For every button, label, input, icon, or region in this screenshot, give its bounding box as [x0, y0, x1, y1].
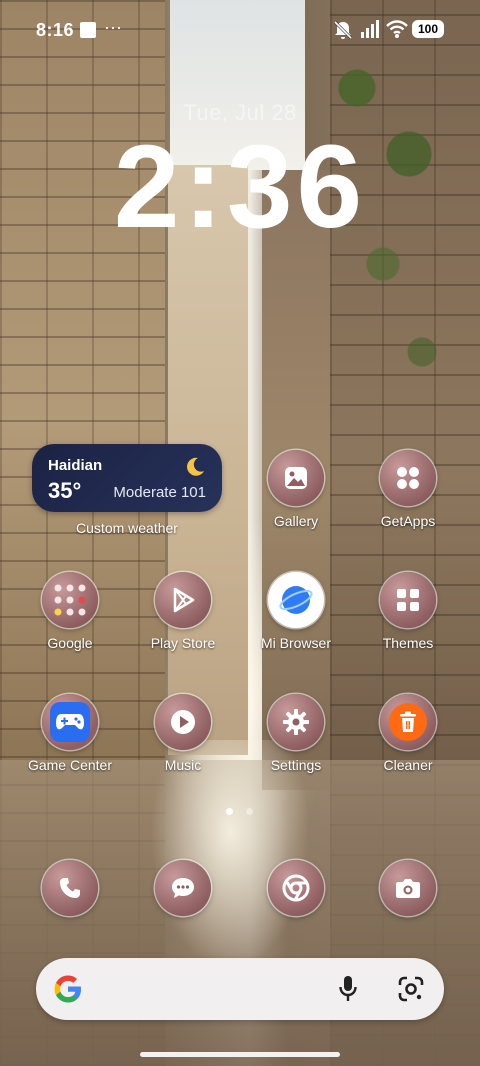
status-bar: 8:16 ··· 100 [0, 0, 480, 60]
dock-chrome[interactable] [266, 860, 326, 916]
dock-messages[interactable] [153, 860, 213, 916]
google-lens-icon[interactable] [398, 976, 424, 1002]
wifi-icon [386, 20, 408, 38]
app-label: Google [47, 635, 93, 651]
notification-icon [80, 22, 96, 38]
google-search-bar[interactable] [36, 958, 444, 1020]
moon-icon [187, 457, 204, 476]
signal-icon [361, 20, 379, 38]
app-label: Themes [382, 635, 434, 651]
app-getapps[interactable]: GetApps [360, 450, 456, 529]
page-indicator [246, 808, 253, 815]
app-label: Mi Browser [260, 635, 331, 651]
dock-camera[interactable] [378, 860, 438, 916]
status-time: 8:16 [36, 20, 75, 40]
app-music[interactable]: Music [135, 694, 231, 773]
app-game-center[interactable]: Game Center [22, 694, 118, 773]
dock-phone[interactable] [40, 860, 100, 916]
app-play-store[interactable]: Play Store [135, 572, 231, 651]
getapps-icon [380, 450, 436, 506]
themes-icon [380, 572, 436, 628]
battery-indicator: 100 [412, 20, 444, 38]
microphone-icon[interactable] [338, 975, 358, 1003]
mute-icon [333, 20, 353, 40]
weather-city: Haidian [48, 457, 103, 474]
weather-widget[interactable]: Haidian 35° Moderate 101 [32, 444, 222, 512]
app-settings[interactable]: Settings [248, 694, 344, 773]
weather-widget-label: Custom weather [76, 520, 178, 536]
messages-icon [155, 860, 211, 916]
app-themes[interactable]: Themes [360, 572, 456, 651]
lockscreen-clock: 2:36 [113, 121, 367, 253]
google-logo-icon [54, 975, 81, 1003]
app-label: Gallery [273, 513, 319, 529]
app-label: GetApps [380, 513, 436, 529]
weather-air-quality: Moderate 101 [113, 484, 206, 501]
music-icon [155, 694, 211, 750]
weather-temperature: 35° [48, 478, 82, 503]
app-label: Game Center [27, 757, 113, 773]
play-store-icon [155, 572, 211, 628]
app-cleaner[interactable]: Cleaner [360, 694, 456, 773]
game-center-icon [42, 694, 98, 750]
cleaner-icon [380, 694, 436, 750]
chrome-icon [268, 860, 324, 916]
google-folder-icon [42, 572, 98, 628]
app-mi-browser[interactable]: Mi Browser [248, 572, 344, 651]
app-label: Play Store [150, 635, 216, 651]
app-label: Cleaner [383, 757, 433, 773]
mi-browser-icon [268, 572, 324, 628]
camera-icon [380, 860, 436, 916]
app-gallery[interactable]: Gallery [248, 450, 344, 529]
home-indicator[interactable] [140, 1052, 340, 1057]
gallery-icon [268, 450, 324, 506]
phone-icon [42, 860, 98, 916]
gear-icon [268, 694, 324, 750]
app-label: Music [164, 757, 202, 773]
app-label: Settings [270, 757, 322, 773]
app-folder-google[interactable]: Google [22, 572, 118, 651]
page-indicator-active [226, 808, 233, 815]
more-notifications-icon: ··· [104, 17, 122, 37]
